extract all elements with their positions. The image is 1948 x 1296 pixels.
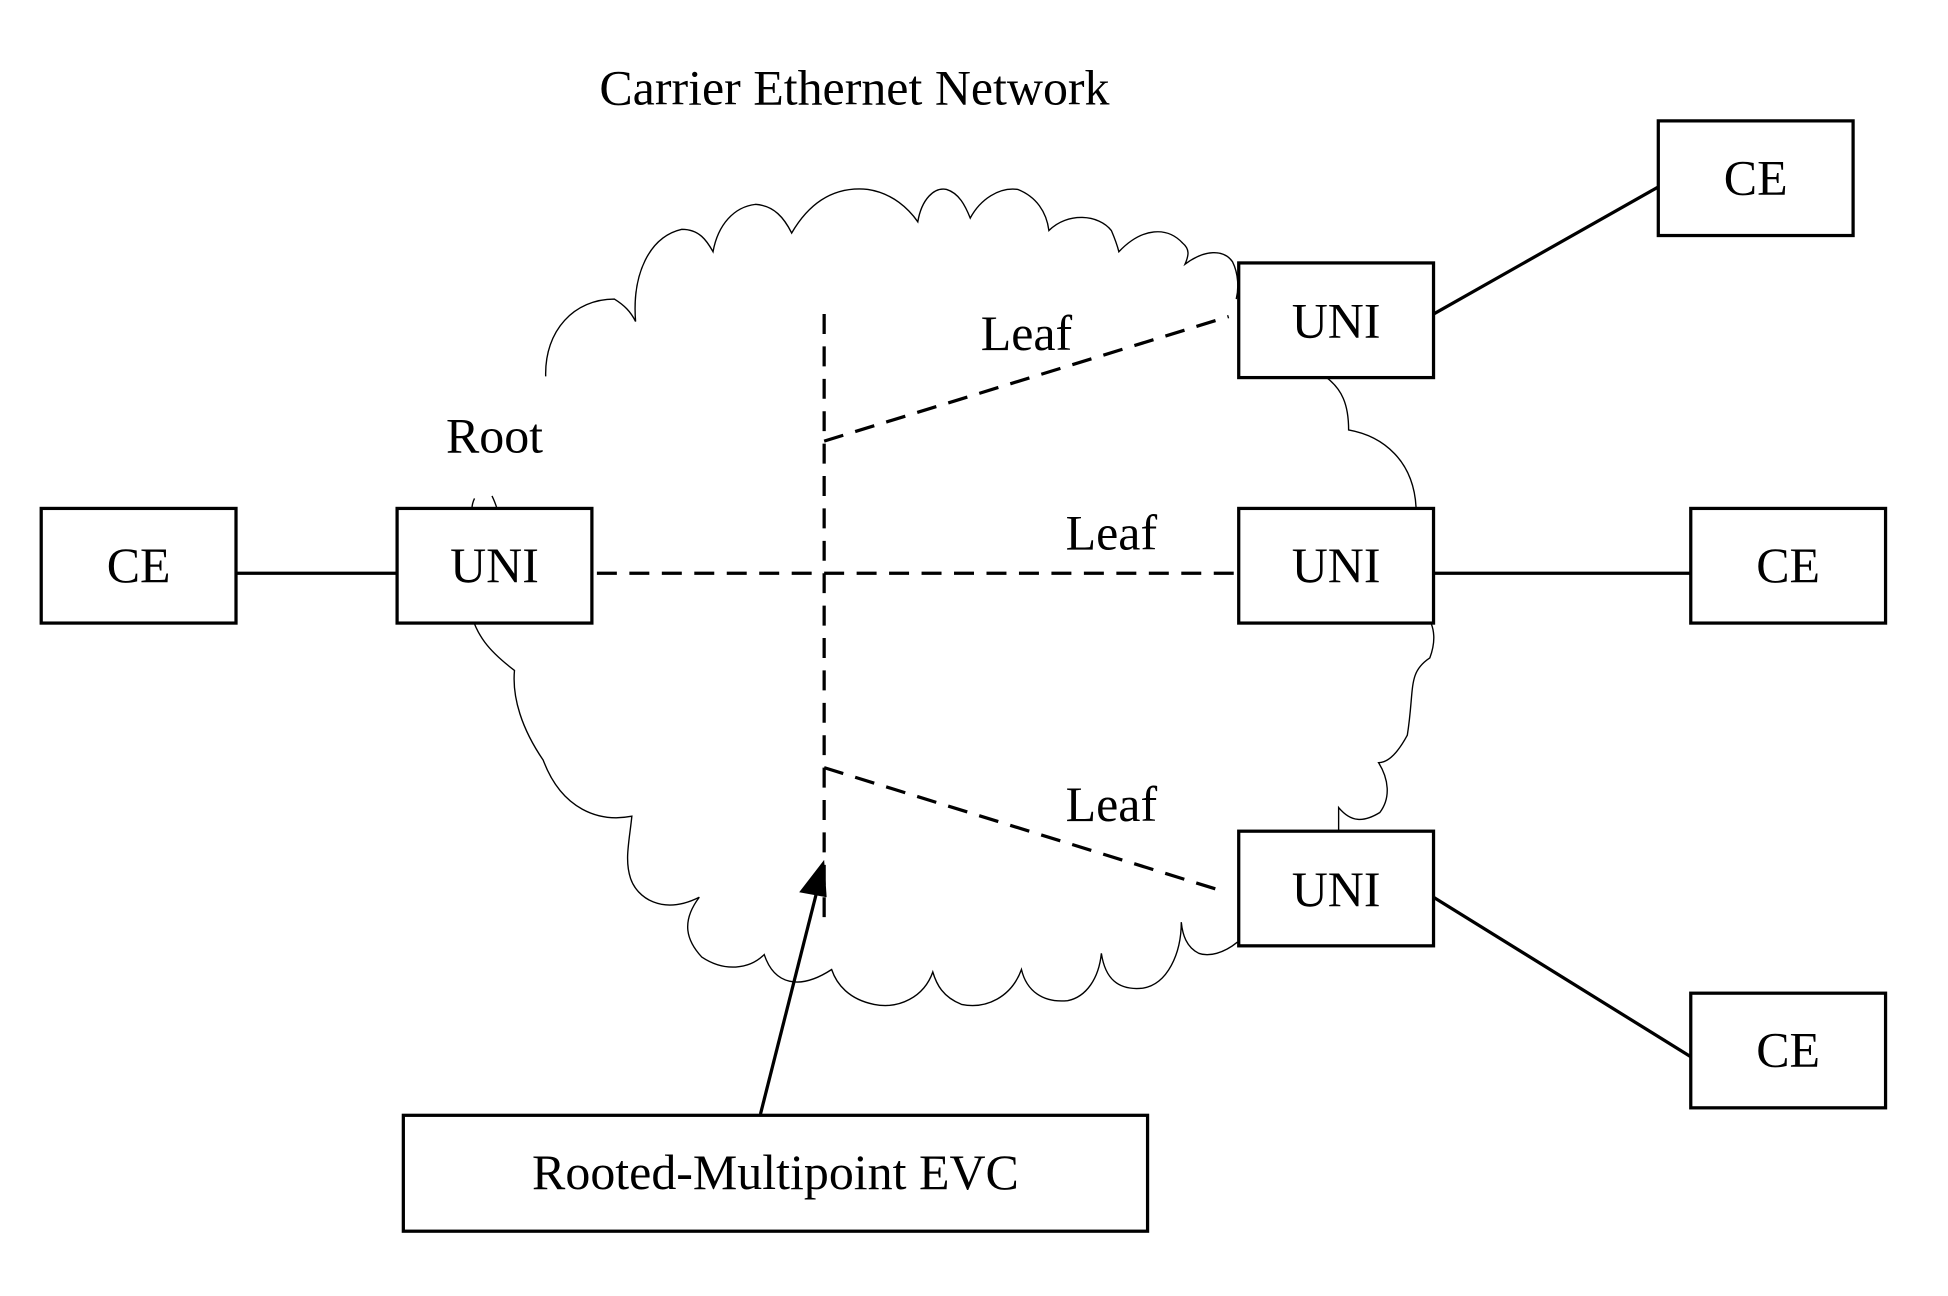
network-title: Carrier Ethernet Network — [599, 61, 1109, 116]
root-uni-node: UNI — [395, 506, 594, 625]
leaf2-ce-node: CE — [1689, 506, 1888, 625]
evc-pointer-arrow — [758, 891, 819, 1115]
network-cloud-root-edge — [491, 495, 498, 509]
network-cloud — [544, 188, 1239, 377]
leaf1-ce-label: CE — [1724, 150, 1788, 205]
root-ce-node: CE — [39, 506, 238, 625]
leaf2-uni-label: UNI — [1292, 538, 1381, 593]
leaf1-ce-node: CE — [1656, 119, 1855, 238]
leaf1-uni-label: UNI — [1292, 294, 1381, 349]
root-uni-label: UNI — [450, 538, 539, 593]
arrowhead-icon — [799, 859, 827, 898]
leaf3-ce-node: CE — [1689, 991, 1888, 1110]
rooted-multipoint-evc-diagram: Carrier Ethernet Network CE UNI Root UNI… — [39, 61, 1888, 1233]
leaf2-label: Leaf — [1066, 506, 1158, 561]
evc-label: Rooted-Multipoint EVC — [532, 1145, 1019, 1200]
root-label: Root — [446, 408, 543, 463]
leaf3-label: Leaf — [1066, 777, 1158, 832]
leaf3-uni-node: UNI — [1237, 829, 1436, 948]
leaf3-uni-label: UNI — [1292, 862, 1381, 917]
leaf2-ce-label: CE — [1756, 538, 1820, 593]
evc-label-box: Rooted-Multipoint EVC — [401, 1113, 1150, 1233]
leaf1-label: Leaf — [981, 306, 1073, 361]
leaf3-ce-uni-link — [1432, 895, 1692, 1059]
evc-leaf3-branch — [823, 766, 1227, 894]
leaf2-uni-node: UNI — [1237, 506, 1436, 625]
leaf1-uni-node: UNI — [1237, 261, 1436, 380]
leaf3-ce-label: CE — [1756, 1023, 1820, 1078]
root-ce-label: CE — [107, 538, 171, 593]
network-cloud-right-top — [1324, 375, 1417, 508]
leaf1-ce-uni-link — [1432, 185, 1660, 316]
network-cloud-right-mid — [1337, 622, 1435, 830]
